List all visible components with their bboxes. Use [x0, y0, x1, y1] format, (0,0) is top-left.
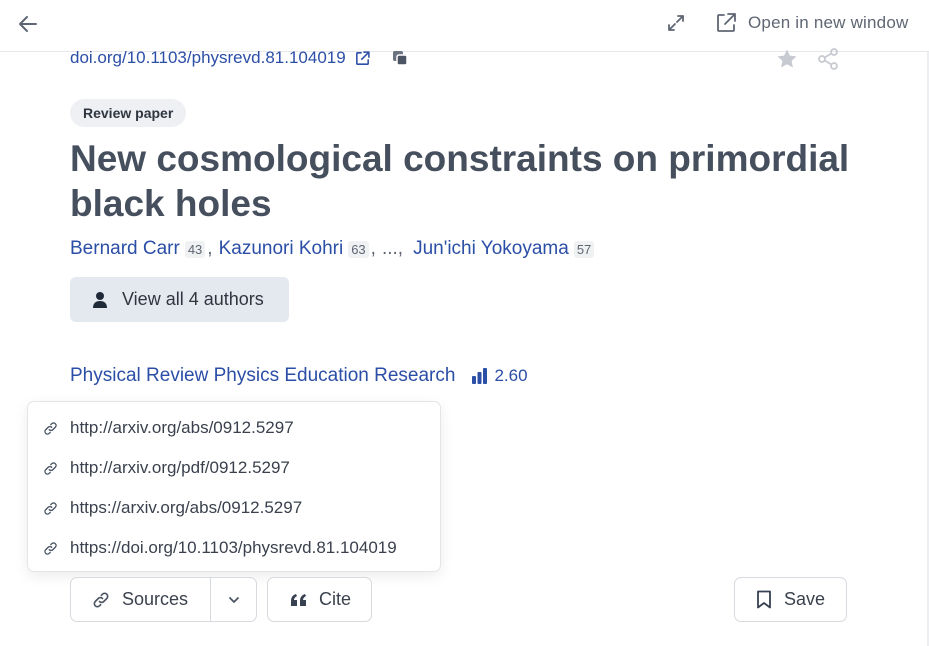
copy-button[interactable] — [391, 49, 409, 67]
sources-button[interactable]: Sources — [71, 578, 210, 621]
author-hindex-badge: 57 — [573, 240, 595, 258]
author-ellipsis: ..., — [381, 238, 404, 259]
journal-row: Physical Review Physics Education Resear… — [70, 365, 528, 387]
doi-link[interactable]: doi.org/10.1103/physrevd.81.104019 — [70, 48, 346, 68]
paper-type-badge: Review paper — [70, 99, 187, 127]
star-icon — [777, 49, 797, 68]
sources-split-button: Sources — [70, 577, 257, 622]
author-separator: , — [370, 238, 376, 259]
top-bar: Open in new window — [0, 0, 929, 52]
star-button[interactable] — [775, 47, 799, 76]
link-icon — [44, 421, 57, 435]
sources-dropdown-menu: http://arxiv.org/abs/0912.5297 http://ar… — [27, 401, 441, 572]
save-button[interactable]: Save — [734, 577, 847, 622]
external-link-icon[interactable] — [354, 50, 371, 67]
link-icon — [44, 461, 57, 475]
source-link-label: https://arxiv.org/abs/0912.5297 — [70, 498, 303, 517]
back-button[interactable] — [14, 10, 42, 38]
view-all-authors-label: View all 4 authors — [122, 289, 264, 309]
source-link-item[interactable]: http://arxiv.org/abs/0912.5297 — [28, 408, 440, 448]
author-link[interactable]: Jun'ichi Yokoyama — [413, 238, 569, 260]
cite-label: Cite — [319, 589, 352, 609]
share-button[interactable] — [816, 47, 840, 76]
source-link-label: http://arxiv.org/abs/0912.5297 — [70, 418, 294, 437]
source-link-label: https://doi.org/10.1103/physrevd.81.1040… — [70, 538, 397, 557]
share-icon — [818, 48, 838, 70]
sources-label: Sources — [122, 589, 189, 609]
paper-title: New cosmological constraints on primordi… — [70, 138, 850, 224]
impact-factor-value: 2.60 — [494, 366, 528, 385]
bar-chart-icon — [472, 368, 488, 384]
author-hindex-badge: 43 — [184, 240, 206, 258]
author-separator: , — [207, 238, 213, 259]
chevron-down-icon — [228, 596, 239, 603]
author-link[interactable]: Kazunori Kohri — [219, 238, 344, 260]
impact-factor: 2.60 — [471, 366, 528, 386]
copy-icon — [392, 51, 408, 66]
source-link-label: http://arxiv.org/pdf/0912.5297 — [70, 458, 290, 477]
author-hindex-badge: 63 — [348, 240, 369, 258]
person-icon — [93, 291, 107, 308]
author-list: Bernard Carr 43 , Kazunori Kohri 63 , ..… — [70, 238, 595, 260]
source-link-item[interactable]: https://arxiv.org/abs/0912.5297 — [28, 488, 440, 528]
arrow-left-icon — [19, 16, 37, 32]
link-icon — [44, 501, 57, 515]
cite-button[interactable]: Cite — [267, 577, 372, 622]
sources-dropdown-toggle[interactable] — [210, 578, 256, 621]
expand-arrows-icon — [668, 15, 684, 31]
doi-row: doi.org/10.1103/physrevd.81.104019 — [70, 48, 409, 68]
open-in-new-window-button[interactable]: Open in new window — [714, 8, 908, 38]
bookmark-icon — [757, 590, 771, 609]
author-link[interactable]: Bernard Carr — [70, 238, 180, 260]
save-label: Save — [784, 589, 826, 609]
external-link-icon — [717, 13, 736, 32]
quote-icon — [291, 593, 306, 606]
link-icon — [44, 541, 57, 555]
open-in-new-window-label: Open in new window — [748, 13, 909, 32]
expand-button[interactable] — [662, 9, 690, 37]
journal-link[interactable]: Physical Review Physics Education Resear… — [70, 365, 455, 387]
source-link-item[interactable]: https://doi.org/10.1103/physrevd.81.1040… — [28, 528, 440, 568]
source-link-item[interactable]: http://arxiv.org/pdf/0912.5297 — [28, 448, 440, 488]
link-icon — [93, 592, 109, 607]
view-all-authors-button[interactable]: View all 4 authors — [70, 277, 289, 322]
